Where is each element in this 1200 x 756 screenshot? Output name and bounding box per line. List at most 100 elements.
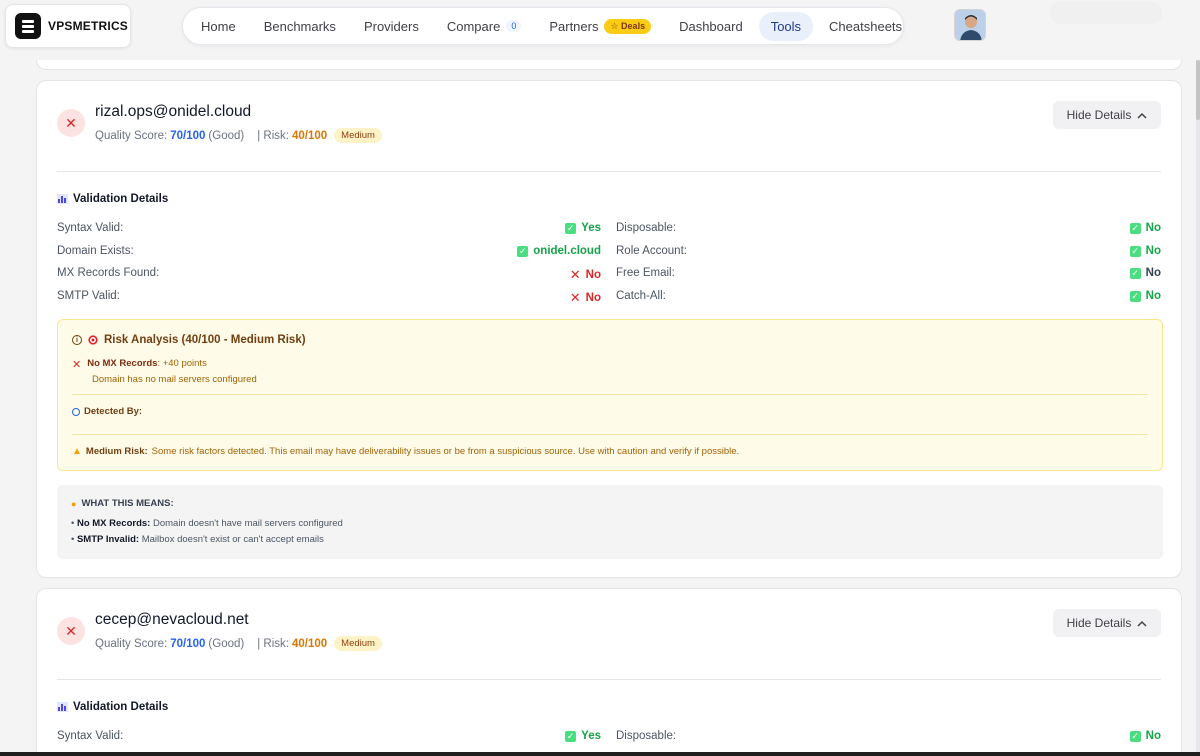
- disposable-value: ✓ No: [1129, 222, 1161, 234]
- role-account-value: ✓ No: [1129, 245, 1161, 257]
- nav-providers[interactable]: Providers: [352, 12, 431, 41]
- hide-details-label: Hide Details: [1066, 616, 1132, 630]
- validation-details-label: Validation Details: [73, 701, 169, 713]
- main-nav: Home Benchmarks Providers Compare 0 Partn…: [182, 7, 904, 45]
- window-bottom-edge: [0, 752, 1200, 756]
- cross-icon: ✕: [569, 267, 581, 282]
- avatar[interactable]: [954, 9, 986, 41]
- divider: [57, 679, 1161, 680]
- hide-details-label: Hide Details: [1066, 108, 1132, 122]
- domain-exists-value: ✓ onidel.cloud: [517, 245, 601, 257]
- quality-score-label: Quality Score:: [95, 637, 168, 650]
- risk-factor-description: Domain has no mail servers configured: [92, 374, 257, 385]
- risk-score-value: 40/100: [291, 637, 328, 650]
- nav-benchmarks[interactable]: Benchmarks: [252, 12, 348, 41]
- risk-factor-name: No MX Records: [87, 358, 158, 369]
- syntax-valid-text: Yes: [581, 730, 601, 742]
- check-icon: ✓: [1129, 267, 1141, 279]
- nav-partners[interactable]: Partners ☆ Deals: [537, 12, 663, 41]
- risk-level-badge: Medium: [334, 636, 382, 651]
- top-navigation-bar: VPSMETRICS Home Benchmarks Providers Com…: [0, 0, 1200, 60]
- logo[interactable]: VPSMETRICS: [5, 4, 131, 48]
- result-card: ✕ rizal.ops@onidel.cloud Quality Score: …: [36, 80, 1182, 578]
- check-icon: ✓: [1129, 222, 1141, 234]
- syntax-valid-value: ✓ Yes: [565, 222, 601, 234]
- hide-details-button[interactable]: Hide Details: [1053, 101, 1161, 129]
- catch-all-label: Catch-All:: [616, 290, 666, 302]
- scrollbar-thumb[interactable]: [1196, 60, 1200, 120]
- disposable-label: Disposable:: [616, 222, 677, 234]
- divider: [72, 434, 1148, 435]
- explanation-term: No MX Records:: [76, 518, 151, 529]
- hide-details-button[interactable]: Hide Details: [1053, 609, 1161, 637]
- divider: [57, 171, 1161, 172]
- result-card: ✕ cecep@nevacloud.net Quality Score: 70/…: [36, 588, 1182, 756]
- check-icon: ✓: [565, 222, 577, 234]
- cross-icon: ✕: [72, 359, 82, 371]
- nav-partners-label: Partners: [549, 18, 599, 34]
- result-meta: Quality Score: 70/100 (Good) | Risk: 40/…: [95, 636, 382, 651]
- domain-exists-text: onidel.cloud: [533, 245, 601, 257]
- divider: [72, 394, 1148, 395]
- risk-analysis-title-text: Risk Analysis (40/100 - Medium Risk): [104, 334, 306, 346]
- stack-icon: [15, 13, 41, 39]
- risk-note-text: Some risk factors detected. This email m…: [151, 446, 740, 457]
- syntax-valid-text: Yes: [581, 222, 601, 234]
- cross-icon: ✕: [569, 290, 581, 305]
- info-icon: i: [72, 335, 82, 345]
- user-menu-placeholder: [1050, 2, 1162, 24]
- free-email-value: ✓ No: [1129, 267, 1161, 279]
- nav-cheatsheets[interactable]: Cheatsheets: [817, 12, 914, 41]
- explanation-item: • SMTP Invalid: Mailbox doesn't exist or…: [71, 534, 324, 545]
- risk-label: | Risk:: [257, 129, 289, 142]
- chevron-up-icon: [1137, 620, 1147, 627]
- risk-score-value: 40/100: [291, 129, 328, 142]
- risk-level-badge: Medium: [334, 128, 382, 143]
- invalid-status-icon: ✕: [57, 617, 85, 645]
- risk-factor: ✕ No MX Records: +40 points: [72, 358, 207, 371]
- nav-providers-label: Providers: [363, 18, 419, 34]
- chevron-up-icon: [1137, 112, 1147, 119]
- check-icon: ✓: [565, 730, 577, 742]
- nav-cheatsheets-label: Cheatsheets: [829, 18, 903, 34]
- nav-compare-label: Compare: [446, 18, 501, 34]
- explanation-desc: Domain doesn't have mail servers configu…: [152, 518, 343, 529]
- syntax-valid-label: Syntax Valid:: [57, 222, 124, 234]
- catch-all-value: ✓ No: [1129, 290, 1161, 302]
- disposable-value: ✓ No: [1129, 730, 1161, 742]
- disposable-text: No: [1145, 730, 1161, 742]
- syntax-valid-value: ✓ Yes: [565, 730, 601, 742]
- nav-compare[interactable]: Compare 0: [435, 12, 533, 41]
- risk-analysis-panel: i Risk Analysis (40/100 - Medium Risk) ✕…: [57, 319, 1163, 471]
- nav-dashboard[interactable]: Dashboard: [667, 12, 755, 41]
- detected-by-label: Detected By:: [84, 406, 143, 417]
- mx-records-label: MX Records Found:: [57, 267, 160, 279]
- invalid-status-icon: ✕: [57, 109, 85, 137]
- validation-details-label: Validation Details: [73, 193, 169, 205]
- quality-score-value: 70/100: [170, 637, 206, 650]
- mx-records-value: ✕ No: [570, 267, 601, 283]
- nav-home[interactable]: Home: [189, 12, 248, 41]
- check-icon: ✓: [1129, 245, 1141, 257]
- target-icon: [88, 335, 98, 345]
- syntax-valid-label: Syntax Valid:: [57, 730, 124, 742]
- what-this-means-panel: ● WHAT THIS MEANS: • No MX Records: Doma…: [57, 485, 1163, 559]
- explanation-term: SMTP Invalid:: [76, 534, 140, 545]
- nav-tools-label: Tools: [770, 18, 802, 34]
- risk-note: ▲ Medium Risk: Some risk factors detecte…: [72, 446, 739, 457]
- validation-details-title: Validation Details: [57, 701, 168, 713]
- scrollbar-track[interactable]: [1196, 60, 1200, 756]
- catch-all-text: No: [1145, 290, 1161, 302]
- compare-count-badge: 0: [506, 20, 522, 32]
- smtp-valid-text: No: [585, 292, 601, 304]
- check-icon: ✓: [1129, 290, 1141, 302]
- user-avatar-icon: [955, 10, 985, 40]
- nav-tools[interactable]: Tools: [758, 11, 814, 41]
- explanation-desc: Mailbox doesn't exist or can't accept em…: [141, 534, 324, 545]
- logo-text: VPSMETRICS: [48, 19, 129, 33]
- risk-analysis-title: i Risk Analysis (40/100 - Medium Risk): [72, 334, 306, 346]
- risk-note-label: Medium Risk:: [85, 446, 148, 457]
- domain-exists-label: Domain Exists:: [57, 245, 134, 257]
- quality-score-grade: (Good): [208, 129, 245, 142]
- what-this-means-title: ● WHAT THIS MEANS:: [71, 498, 174, 509]
